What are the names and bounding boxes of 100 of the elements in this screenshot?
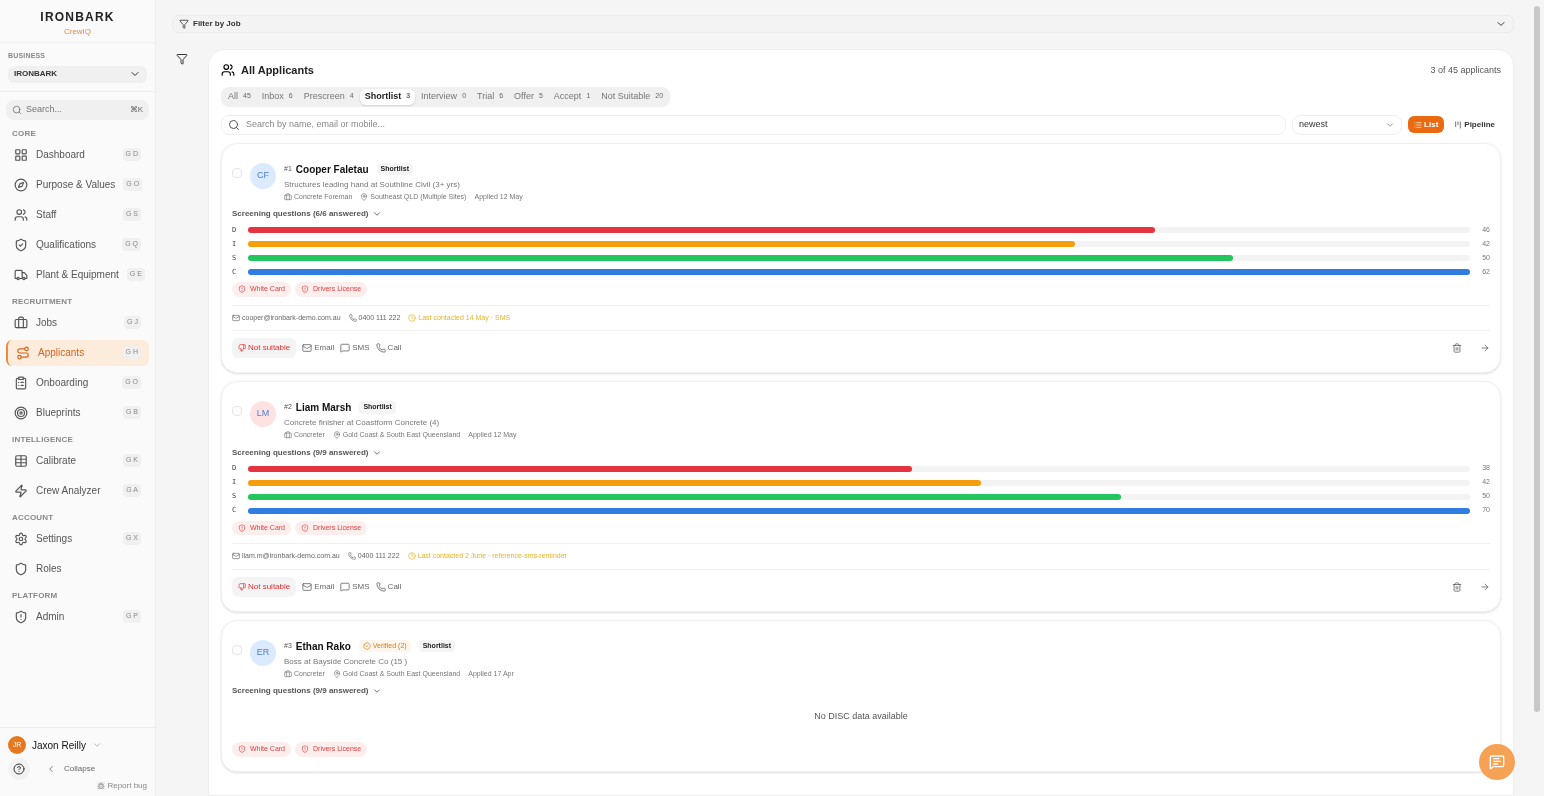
email-button[interactable]: Email bbox=[302, 580, 335, 593]
briefcase-icon bbox=[284, 669, 292, 678]
applicant-avatar: CF bbox=[250, 162, 276, 189]
business-select[interactable]: IRONBARK bbox=[8, 65, 147, 83]
search-icon bbox=[12, 104, 22, 115]
screening-toggle[interactable]: Screening questions (9/9 answered) bbox=[232, 685, 383, 697]
map-pin-icon bbox=[332, 431, 341, 440]
delete-button[interactable] bbox=[1452, 581, 1462, 592]
mail-icon bbox=[302, 581, 313, 592]
sms-button[interactable]: SMS bbox=[340, 342, 370, 354]
dashboard-icon bbox=[14, 147, 28, 162]
product-name: CrewIQ bbox=[63, 26, 92, 38]
alert-icon bbox=[238, 285, 246, 294]
scrollbar[interactable] bbox=[1534, 6, 1540, 712]
alert-icon bbox=[301, 285, 309, 294]
select-checkbox[interactable] bbox=[232, 644, 242, 655]
applicant-name[interactable]: Cooper Faletau bbox=[295, 161, 369, 177]
mail-icon bbox=[232, 552, 240, 561]
search-placeholder: Search... bbox=[26, 102, 64, 116]
compass-icon bbox=[14, 177, 28, 192]
map-pin-icon bbox=[360, 192, 369, 201]
open-button[interactable] bbox=[1480, 581, 1490, 592]
search-icon bbox=[228, 118, 240, 131]
map-pin-icon bbox=[332, 669, 341, 678]
nav-section-title: INTELLIGENCE bbox=[11, 433, 75, 446]
nav-section-title: PLATFORM bbox=[11, 589, 59, 602]
email-button[interactable]: Email bbox=[302, 342, 335, 354]
thumbs-down-icon bbox=[238, 344, 246, 352]
trash-icon bbox=[1452, 581, 1462, 592]
call-button[interactable]: Call bbox=[375, 580, 402, 593]
chevron-down-icon bbox=[91, 740, 102, 750]
brand-name: IRONBARK bbox=[40, 9, 115, 26]
users-icon bbox=[14, 207, 28, 222]
applicant-name[interactable]: Ethan Rako bbox=[295, 638, 351, 654]
chevron-down-icon bbox=[372, 686, 383, 696]
select-checkbox[interactable] bbox=[232, 167, 242, 178]
phone-icon bbox=[375, 581, 386, 592]
board-icon bbox=[1454, 120, 1463, 129]
applicant-headline: Concrete finisher at Coastform Concrete (4) bbox=[284, 417, 441, 429]
sidebar-search-field[interactable]: Search... ⌘K bbox=[6, 99, 149, 120]
nav-section-title: CORE bbox=[11, 127, 37, 140]
mail-icon bbox=[232, 313, 240, 322]
shield-icon bbox=[14, 561, 28, 576]
delete-button[interactable] bbox=[1452, 343, 1462, 353]
not-suitable-button[interactable]: Not suitable bbox=[232, 338, 297, 358]
list-icon bbox=[1414, 120, 1423, 129]
applicant-avatar: ER bbox=[250, 639, 276, 666]
open-button[interactable] bbox=[1480, 343, 1490, 353]
call-button[interactable]: Call bbox=[375, 342, 402, 354]
panel-title: All Applicants bbox=[241, 63, 314, 78]
sms-button[interactable]: SMS bbox=[340, 580, 370, 593]
alert-icon bbox=[238, 745, 246, 754]
select-checkbox[interactable] bbox=[232, 406, 242, 416]
briefcase-icon bbox=[284, 192, 292, 201]
truck-icon bbox=[14, 267, 28, 282]
help-button[interactable] bbox=[8, 758, 30, 780]
applicant-name[interactable]: Liam Marsh bbox=[295, 400, 352, 415]
nav-item[interactable]: Roles bbox=[6, 555, 149, 582]
report-bug-link[interactable]: Report bug bbox=[97, 780, 147, 792]
applicant-headline: Boss at Bayside Concrete Co (15 ) bbox=[284, 655, 409, 668]
collapse-button[interactable]: Collapse bbox=[46, 763, 96, 775]
chat-icon bbox=[340, 581, 351, 592]
help-icon bbox=[13, 763, 25, 775]
empty-state: No DISC data available bbox=[814, 710, 908, 724]
target-icon bbox=[14, 405, 28, 420]
screening-toggle[interactable]: Screening questions (6/6 answered) bbox=[232, 208, 383, 220]
bug-icon bbox=[97, 782, 106, 790]
arrow-right-icon bbox=[1480, 581, 1490, 592]
chevron-down-icon bbox=[372, 209, 383, 219]
briefcase-icon bbox=[14, 315, 28, 330]
phone-icon bbox=[347, 552, 356, 561]
chat-icon bbox=[1489, 754, 1505, 770]
clock-icon bbox=[407, 552, 416, 561]
arrow-right-icon bbox=[1480, 343, 1490, 353]
thumbs-down-icon bbox=[238, 582, 246, 591]
chevron-left-icon bbox=[46, 764, 56, 774]
not-suitable-button[interactable]: Not suitable bbox=[232, 576, 297, 597]
phone-icon bbox=[348, 313, 357, 322]
shield-check-icon bbox=[14, 237, 28, 252]
lightning-icon bbox=[14, 483, 28, 498]
alert-icon bbox=[301, 745, 309, 754]
shield-alert-icon bbox=[14, 609, 28, 624]
alert-icon bbox=[301, 523, 309, 532]
view-toggle[interactable]: Pipeline bbox=[1448, 116, 1501, 133]
screening-toggle[interactable]: Screening questions (9/9 answered) bbox=[232, 446, 383, 459]
trash-icon bbox=[1452, 343, 1462, 353]
users-icon bbox=[221, 63, 235, 78]
applicant-search-field[interactable]: Search by name, email or mobile... bbox=[221, 114, 1287, 135]
filter-by-job-bar[interactable]: Filter by Job bbox=[172, 15, 1514, 33]
applicant-headline: Structures leading hand at Southline Civil (3+ yrs) bbox=[284, 178, 461, 191]
nav-section-title: ACCOUNT bbox=[11, 511, 55, 524]
table-icon bbox=[14, 453, 28, 468]
shortcut-hint: ⌘K bbox=[129, 103, 143, 116]
nav-section-title: RECRUITMENT bbox=[11, 295, 74, 308]
applicant-count: 3 of 45 applicants bbox=[1430, 63, 1501, 77]
route-icon bbox=[16, 345, 30, 360]
mail-icon bbox=[302, 343, 313, 353]
applicant-avatar: LM bbox=[250, 401, 276, 427]
settings-icon bbox=[14, 531, 28, 546]
sort-select[interactable]: newest bbox=[1292, 114, 1403, 135]
